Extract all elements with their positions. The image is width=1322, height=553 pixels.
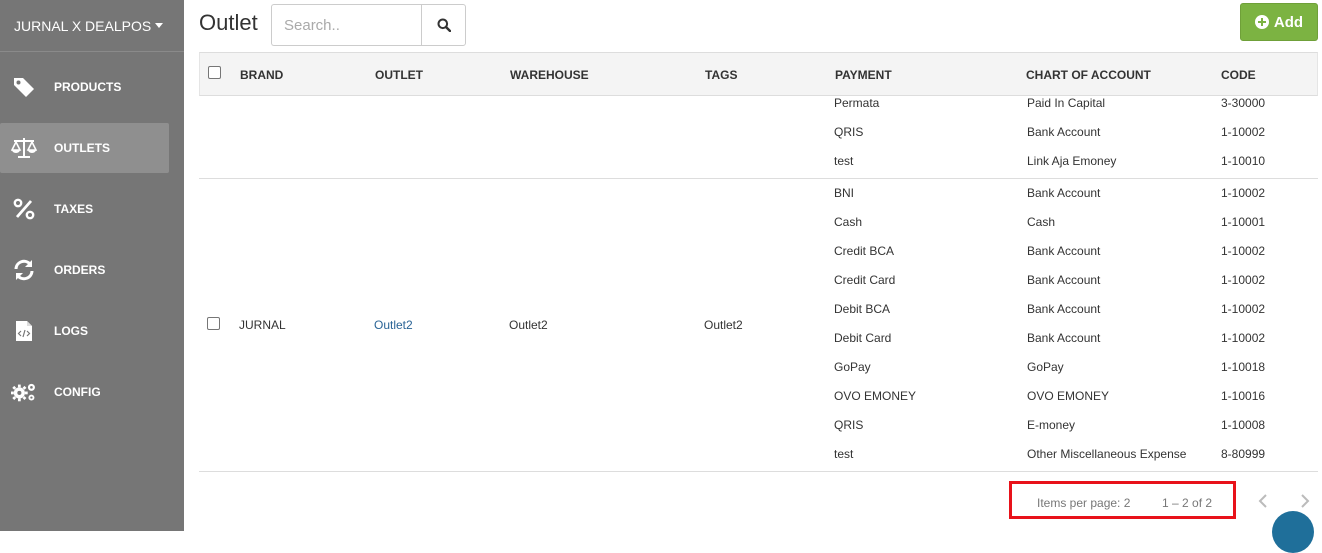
plus-circle-icon	[1254, 15, 1269, 29]
search-icon	[437, 18, 451, 32]
payment-cell: QRIS	[834, 125, 864, 139]
sidebar-item-taxes[interactable]: TAXES	[0, 184, 169, 234]
add-button-label: Add	[1273, 13, 1304, 31]
column-header-outlet: OUTLET	[375, 68, 423, 82]
payment-cell: Debit BCA	[834, 302, 891, 316]
caret-down-icon	[155, 23, 164, 28]
outlet-link[interactable]: Outlet2	[374, 318, 413, 332]
balance-scale-icon	[11, 135, 37, 161]
payment-cell: Permata	[834, 96, 880, 110]
column-header-payment: PAYMENT	[835, 68, 892, 82]
percent-icon	[11, 196, 37, 222]
sidebar-item-label: LOGS	[54, 324, 89, 338]
payment-cell: test	[834, 447, 854, 461]
chevron-left-icon	[1258, 494, 1267, 508]
code-cell: 1-10002	[1221, 273, 1266, 287]
search-input[interactable]	[271, 4, 421, 46]
sidebar: JURNAL X DEALPOS PRODUCTS OUTLETS TAXES	[0, 0, 184, 531]
code-cell: 1-10002	[1221, 244, 1266, 258]
brand-label: JURNAL X DEALPOS	[14, 17, 152, 34]
search-button[interactable]	[421, 4, 466, 46]
outlet-table: BRAND OUTLET WAREHOUSE TAGS PAYMENT CHAR…	[199, 52, 1318, 472]
account-cell: Bank Account	[1027, 125, 1101, 139]
payment-cell: test	[834, 154, 854, 168]
payment-cell: QRIS	[834, 418, 864, 432]
tags-cell: Outlet2	[704, 318, 743, 332]
account-cell: OVO EMONEY	[1027, 389, 1110, 403]
sidebar-item-label: PRODUCTS	[54, 80, 122, 94]
code-cell: 1-10016	[1221, 389, 1266, 403]
account-cell: E-money	[1027, 418, 1076, 432]
sidebar-item-label: TAXES	[54, 202, 94, 216]
payment-cell: Credit BCA	[834, 244, 895, 258]
account-cell: Cash	[1027, 215, 1056, 229]
code-cell: 1-10010	[1221, 154, 1266, 168]
brand-dropdown[interactable]: JURNAL X DEALPOS	[0, 0, 184, 52]
gears-icon	[11, 379, 37, 405]
tag-icon	[11, 74, 37, 100]
code-cell: 3-30000	[1221, 96, 1266, 110]
account-cell: Bank Account	[1027, 302, 1101, 316]
payment-cell: Cash	[834, 215, 863, 229]
refresh-icon	[11, 257, 37, 283]
warehouse-cell: Outlet2	[509, 318, 548, 332]
sidebar-item-config[interactable]: CONFIG	[0, 367, 169, 417]
payment-cell: GoPay	[834, 360, 871, 374]
column-header-chart-of-account: CHART OF ACCOUNT	[1026, 68, 1151, 82]
column-header-tags: TAGS	[705, 68, 738, 82]
code-file-icon	[11, 318, 37, 344]
row-divider	[199, 471, 1318, 472]
sidebar-item-outlets[interactable]: OUTLETS	[0, 123, 169, 173]
column-header-warehouse: WAREHOUSE	[510, 68, 589, 82]
table-header: BRAND OUTLET WAREHOUSE TAGS PAYMENT CHAR…	[199, 52, 1318, 96]
account-cell: Bank Account	[1027, 244, 1101, 258]
select-all-checkbox[interactable]	[208, 66, 221, 79]
payment-cell: OVO EMONEY	[834, 389, 917, 403]
account-cell: Bank Account	[1027, 331, 1101, 345]
chat-widget-button[interactable]	[1272, 511, 1314, 553]
previous-page-button[interactable]	[1255, 492, 1273, 510]
main-content: Outlet Add BRAND OUTLET WAREHOUSE TAGS P…	[184, 0, 1322, 553]
sidebar-nav: PRODUCTS OUTLETS TAXES ORDERS LOGS CONFI…	[0, 62, 184, 417]
add-button[interactable]: Add	[1240, 3, 1318, 41]
account-cell: Bank Account	[1027, 186, 1101, 200]
code-cell: 8-80999	[1221, 447, 1266, 461]
sidebar-item-label: ORDERS	[54, 263, 106, 277]
payment-cell: BNI	[834, 186, 855, 200]
payment-cell: Credit Card	[834, 273, 896, 287]
column-header-code: CODE	[1221, 68, 1256, 82]
column-header-brand: BRAND	[240, 68, 284, 82]
account-cell: Bank Account	[1027, 273, 1101, 287]
sidebar-item-products[interactable]: PRODUCTS	[0, 62, 169, 112]
account-cell: Other Miscellaneous Expense	[1027, 447, 1187, 461]
highlight-box	[1009, 481, 1236, 519]
row-divider	[199, 178, 1318, 179]
payment-cell: Debit Card	[834, 331, 892, 345]
account-cell: Link Aja Emoney	[1027, 154, 1117, 168]
code-cell: 1-10008	[1221, 418, 1266, 432]
sidebar-item-orders[interactable]: ORDERS	[0, 245, 169, 295]
code-cell: 1-10002	[1221, 186, 1266, 200]
account-cell: Paid In Capital	[1027, 96, 1106, 110]
account-cell: GoPay	[1027, 360, 1064, 374]
code-cell: 1-10001	[1221, 215, 1266, 229]
sidebar-item-logs[interactable]: LOGS	[0, 306, 169, 356]
code-cell: 1-10002	[1221, 302, 1266, 316]
code-cell: 1-10018	[1221, 360, 1266, 374]
next-page-button[interactable]	[1295, 492, 1313, 510]
row-checkbox[interactable]	[207, 317, 220, 330]
code-cell: 1-10002	[1221, 331, 1266, 345]
chevron-right-icon	[1301, 494, 1310, 508]
sidebar-item-label: CONFIG	[54, 385, 101, 399]
page-title: Outlet	[199, 10, 258, 35]
sidebar-item-label: OUTLETS	[54, 141, 110, 155]
code-cell: 1-10002	[1221, 125, 1266, 139]
brand-cell: JURNAL	[239, 318, 286, 332]
